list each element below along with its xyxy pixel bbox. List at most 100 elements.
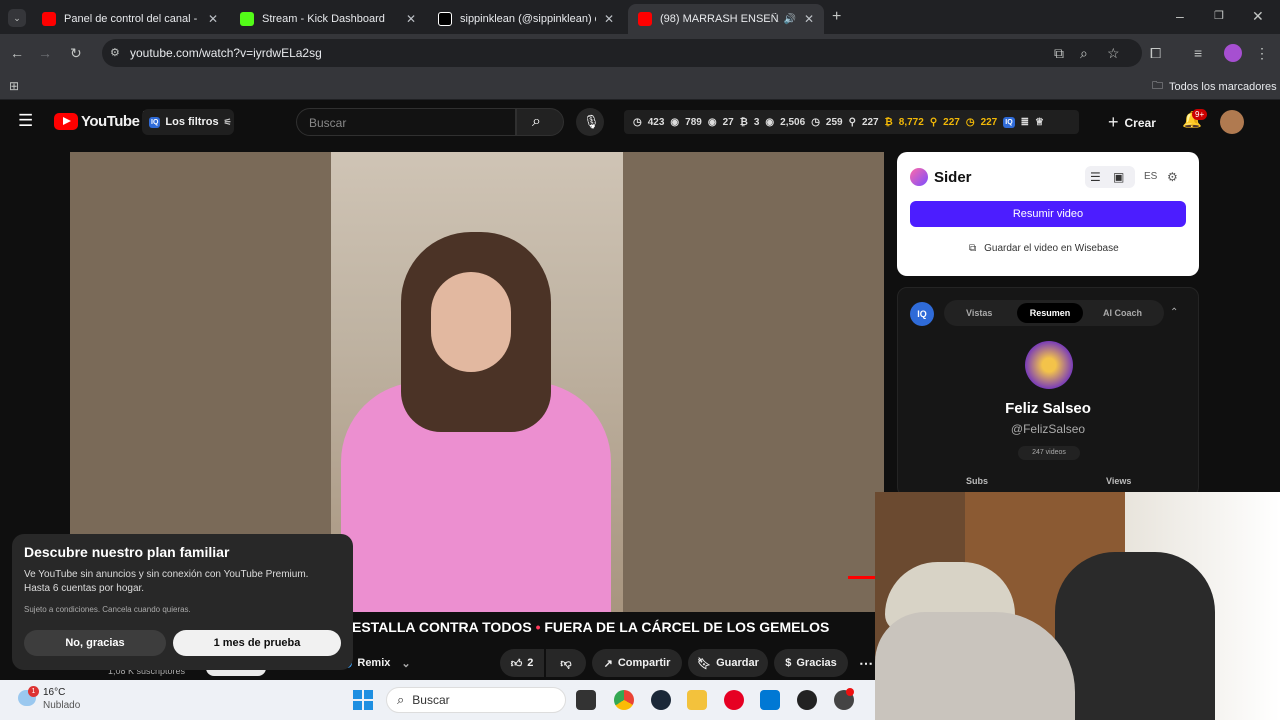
account-avatar[interactable]: [1220, 110, 1244, 134]
voice-search-button[interactable]: 🎙: [576, 108, 604, 136]
youtube-play-icon: [54, 113, 78, 130]
video-person-face: [431, 272, 511, 372]
address-bar[interactable]: ⚙ youtube.com/watch?v=iyrdwELa2sg ⧉ ⌕ ☆: [102, 39, 1142, 67]
save-label: Guardar: [716, 657, 759, 669]
stat-value: 2,506: [780, 116, 806, 128]
search-input[interactable]: Buscar: [296, 108, 516, 136]
tiktok-favicon-icon: [438, 12, 452, 26]
tab-kick-dashboard[interactable]: Stream - Kick Dashboard ✕: [230, 4, 426, 34]
sider-brand: Sider: [934, 168, 972, 186]
reload-icon[interactable]: ↻: [70, 45, 82, 61]
forward-icon[interactable]: →: [38, 45, 52, 61]
dislike-button[interactable]: 👎︎: [546, 649, 586, 677]
tab-resumen[interactable]: Resumen: [1017, 303, 1083, 323]
save-to-wisebase-button[interactable]: ⧉ Guardar el video en Wisebase: [969, 243, 1119, 254]
thanks-button[interactable]: $ Gracias: [774, 649, 848, 677]
install-app-icon[interactable]: ⧉: [1054, 45, 1064, 61]
close-tab-icon[interactable]: ✕: [406, 12, 416, 26]
new-tab-icon[interactable]: +: [832, 9, 841, 25]
stat-value: 423: [647, 116, 665, 128]
taskbar-search[interactable]: ⌕ Buscar: [386, 687, 566, 713]
summarize-label: Resumir video: [1012, 208, 1084, 220]
hamburger-menu-icon[interactable]: ☰: [18, 112, 33, 129]
close-tab-icon[interactable]: ✕: [208, 12, 218, 26]
tab-ai-coach[interactable]: AI Coach: [1103, 308, 1142, 318]
stat-value: 789: [685, 116, 702, 128]
tab-youtube-video[interactable]: (98) MARRASH ENSEÑA CU 🔊 ✕: [628, 4, 824, 34]
decline-button[interactable]: No, gracias: [24, 630, 166, 656]
collapse-icon[interactable]: ⌃: [1170, 305, 1178, 321]
chatgpt-icon[interactable]: [797, 690, 817, 710]
dollar-heart-icon: $: [785, 657, 792, 669]
back-icon[interactable]: ←: [10, 45, 24, 61]
tab-tiktok[interactable]: sippinklean (@sippinklean) está ✕: [428, 4, 624, 34]
bitcoin-icon: ₿: [739, 116, 748, 128]
image-view-icon[interactable]: ▣: [1113, 169, 1124, 185]
chrome-icon[interactable]: [614, 690, 634, 710]
browser-tab-strip: ⌄ Panel de control del canal - You ✕ Str…: [0, 0, 1280, 34]
thumbs-down-icon: 👎︎: [560, 657, 572, 670]
channel-avatar[interactable]: [1025, 341, 1073, 389]
task-view-icon[interactable]: [576, 690, 596, 710]
weather-temp: 16°C: [43, 687, 66, 698]
weather-desc: Nublado: [43, 700, 81, 711]
file-explorer-icon[interactable]: [687, 690, 707, 710]
chrome-menu-icon[interactable]: ⋮: [1255, 45, 1269, 61]
trial-button[interactable]: 1 mes de prueba: [173, 630, 341, 656]
eye-icon: ◉: [670, 116, 680, 128]
windows-start-icon[interactable]: [353, 690, 373, 710]
url-text[interactable]: youtube.com/watch?v=iyrdwELa2sg: [130, 46, 322, 60]
zoom-icon[interactable]: ⌕: [1080, 45, 1088, 61]
language-selector[interactable]: ES: [1144, 171, 1157, 182]
profile-avatar[interactable]: [1224, 44, 1242, 62]
share-label: Compartir: [617, 657, 671, 669]
share-button[interactable]: ↗ Compartir: [592, 649, 682, 677]
iq-extension-icon[interactable]: IQ: [1003, 116, 1015, 128]
tab-search-icon[interactable]: ⌄: [8, 9, 26, 27]
bitcoin-icon: ₿: [884, 116, 893, 128]
view-toggle[interactable]: ☰ ▣: [1085, 166, 1135, 188]
iq-channel-panel: IQ Vistas Resumen AI Coach ⌃ Feliz Salse…: [897, 287, 1199, 497]
bookmark-star-icon[interactable]: ☆: [1107, 45, 1120, 61]
search-icon: ⌕: [397, 692, 405, 707]
clock-icon: ◷: [811, 116, 820, 128]
media-control-icon[interactable]: ≡: [1194, 45, 1202, 61]
stat-value: 227: [861, 116, 879, 128]
like-button[interactable]: 👍︎ 2: [500, 649, 544, 677]
list-view-icon[interactable]: ☰: [1090, 169, 1101, 185]
all-bookmarks[interactable]: 🗀 Todos los marcadores: [1152, 77, 1277, 96]
search-button[interactable]: ⌕: [516, 108, 564, 136]
tab-vistas[interactable]: Vistas: [966, 308, 992, 318]
close-tab-icon[interactable]: ✕: [804, 12, 814, 26]
stat-value: 3: [753, 116, 760, 128]
tab-youtube-studio[interactable]: Panel de control del canal - You ✕: [32, 4, 228, 34]
list-icon[interactable]: ≣: [1021, 117, 1029, 128]
youtube-logo[interactable]: YouTube ES: [54, 111, 152, 130]
close-window-icon[interactable]: ✕: [1252, 8, 1264, 24]
filters-button[interactable]: IQ Los filtros ⚟: [142, 109, 234, 135]
popup-title: Descubre nuestro plan familiar: [24, 544, 230, 560]
save-button[interactable]: 🔖︎ Guardar: [688, 649, 768, 677]
apps-grid-icon[interactable]: ⊞: [9, 78, 19, 94]
extensions-icon[interactable]: ⧠: [1150, 45, 1161, 61]
microphone-icon: 🎙: [583, 114, 600, 129]
audio-playing-icon[interactable]: 🔊: [783, 14, 795, 25]
close-tab-icon[interactable]: ✕: [604, 12, 614, 26]
channel-name[interactable]: Feliz Salseo: [898, 400, 1198, 417]
settings-icon[interactable]: ⚙: [1167, 169, 1178, 185]
more-actions-icon[interactable]: ⋯: [856, 649, 876, 677]
create-button[interactable]: + Crear: [1108, 112, 1156, 133]
summarize-video-button[interactable]: Resumir video: [910, 201, 1186, 227]
site-info-icon[interactable]: ⚙: [110, 45, 120, 61]
microsoft-store-icon[interactable]: [760, 690, 780, 710]
steam-icon[interactable]: [651, 690, 671, 710]
stat-value: 8,772: [898, 116, 924, 128]
plus-icon: +: [1108, 112, 1119, 132]
channel-handle: @FelizSalseo: [1010, 422, 1086, 436]
progress-bar[interactable]: [848, 576, 878, 579]
minimize-icon[interactable]: –: [1176, 8, 1184, 24]
pinterest-icon[interactable]: [724, 690, 744, 710]
maximize-icon[interactable]: ❐: [1214, 8, 1224, 24]
trophy-icon[interactable]: ♕: [1035, 117, 1044, 128]
webcam-chair: [1055, 552, 1215, 720]
